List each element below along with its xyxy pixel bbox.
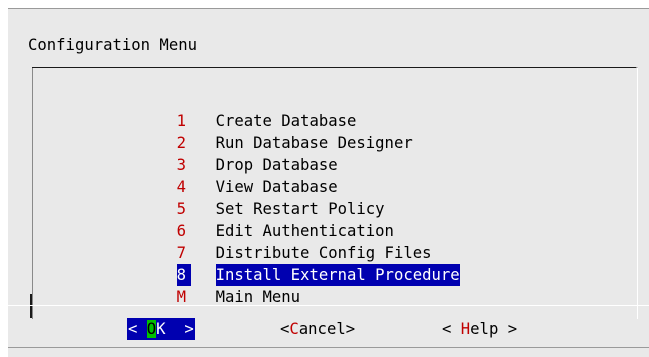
ok-button-hotkey: O: [146, 320, 157, 338]
menu-item-set-restart-policy[interactable]: 5 Set Restart Policy: [139, 176, 385, 218]
ok-button-bracket: <: [128, 320, 147, 338]
menu-item-view-database[interactable]: 4 View Database: [139, 154, 338, 196]
configuration-menu-dialog: Configuration Menu 1 Create Database 2 Run…: [8, 8, 649, 357]
help-button-label: elp >: [470, 320, 518, 338]
cancel-button[interactable]: <Cancel>: [280, 318, 355, 340]
help-button-bracket: <: [442, 320, 461, 338]
menu-item-create-database[interactable]: 1 Create Database: [139, 88, 357, 130]
menu-item-distribute-config-files[interactable]: 7 Distribute Config Files: [139, 220, 432, 262]
button-area-separator: [8, 305, 649, 306]
top-strip: [0, 0, 649, 8]
help-button-hotkey: H: [460, 320, 471, 338]
help-button[interactable]: < Help >: [442, 318, 517, 340]
dialog-title: Configuration Menu: [28, 36, 197, 54]
dialog-bottom-edge: [8, 347, 649, 348]
cancel-button-label: ancel>: [298, 320, 356, 338]
cancel-button-bracket: <: [280, 320, 290, 338]
cancel-button-hotkey: C: [289, 320, 299, 338]
menu-item-edit-authentication[interactable]: 6 Edit Authentication: [139, 198, 394, 240]
ok-button[interactable]: < OK >: [127, 318, 195, 340]
ok-button-label: K >: [156, 320, 194, 338]
menu-item-install-external-procedure[interactable]: 8 Install External Procedure: [139, 242, 460, 286]
list-scroll-marker: [30, 294, 32, 318]
menu-item-drop-database[interactable]: 3 Drop Database: [139, 132, 338, 174]
menu-item-main-menu[interactable]: M Main Menu: [139, 264, 301, 306]
menu-item-run-database-designer[interactable]: 2 Run Database Designer: [139, 110, 413, 152]
